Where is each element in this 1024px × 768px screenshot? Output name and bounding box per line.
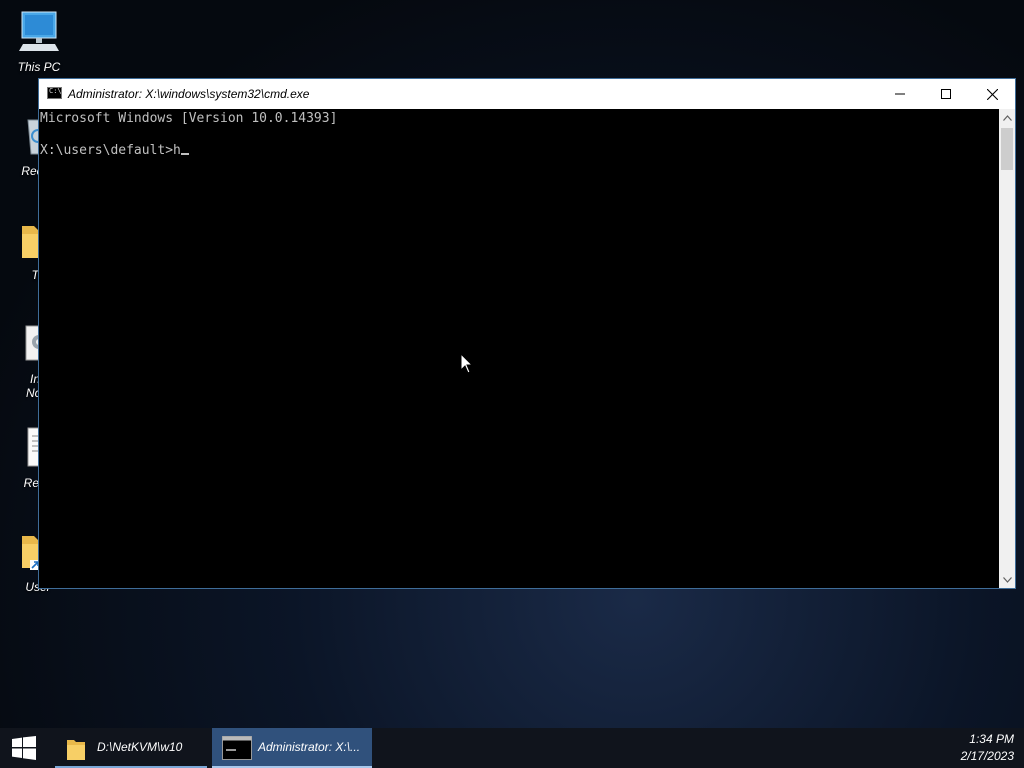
cmd-window[interactable]: C:\ Administrator: X:\windows\system32\c… [38, 78, 1016, 589]
maximize-icon [941, 89, 951, 99]
taskbar-item-label: Administrator: X:\... [258, 740, 361, 754]
text-cursor [180, 153, 189, 155]
close-icon [986, 88, 998, 100]
clock-date: 2/17/2023 [960, 749, 1014, 763]
console-prompt-line[interactable]: X:\users\default>h [40, 143, 999, 159]
vertical-scrollbar[interactable] [999, 109, 1015, 588]
window-title: Administrator: X:\windows\system32\cmd.e… [68, 87, 310, 101]
minimize-icon [895, 93, 905, 95]
maximize-button[interactable] [923, 79, 969, 109]
taskbar-item-explorer[interactable]: D:\NetKVM\w10 [55, 728, 207, 768]
desktop-icon-this-pc[interactable]: This PC [1, 10, 77, 74]
console-output[interactable]: Microsoft Windows [Version 10.0.14393] X:… [39, 109, 999, 588]
close-button[interactable] [969, 79, 1015, 109]
console-prompt-text: X:\users\default>h [40, 143, 181, 158]
scroll-thumb[interactable] [1001, 128, 1013, 170]
chevron-down-icon [1002, 576, 1012, 583]
minimize-button[interactable] [877, 79, 923, 109]
scroll-up-button[interactable] [999, 109, 1015, 126]
folder-icon [65, 736, 87, 765]
this-pc-icon [1, 10, 77, 56]
taskbar-item-cmd[interactable]: Administrator: X:\... [212, 728, 372, 768]
command-prompt-icon [222, 736, 252, 763]
desktop: This PC Recyc To Ins Now [0, 0, 1024, 768]
system-clock[interactable]: 1:34 PM 2/17/2023 [961, 731, 1014, 765]
taskbar: D:\NetKVM\w10 Administrator: X:\... 1:34… [0, 728, 1024, 768]
mouse-pointer-icon [460, 353, 474, 374]
console-line: Microsoft Windows [Version 10.0.14393] [40, 111, 338, 126]
scroll-down-button[interactable] [999, 571, 1015, 588]
windows-logo-icon [12, 736, 36, 760]
title-bar[interactable]: C:\ Administrator: X:\windows\system32\c… [39, 79, 1015, 109]
clock-time: 1:34 PM [969, 732, 1014, 746]
command-prompt-icon[interactable]: C:\ [47, 87, 62, 99]
taskbar-item-label: D:\NetKVM\w10 [97, 740, 183, 754]
chevron-up-icon [1002, 114, 1012, 121]
start-button[interactable] [0, 728, 48, 768]
